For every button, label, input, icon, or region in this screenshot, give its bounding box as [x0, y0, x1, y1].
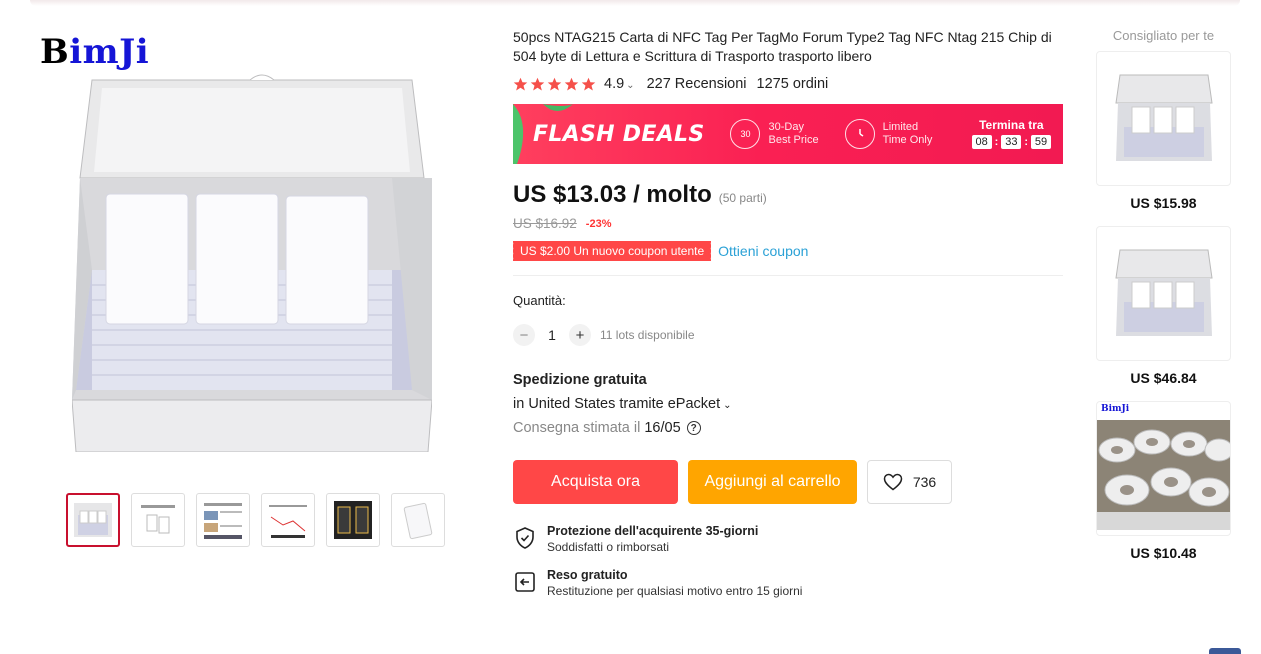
original-price-row: US $16.92 -23% — [513, 216, 1065, 231]
best-price-icon: 30 — [730, 119, 761, 149]
countdown-hours: 08 — [971, 135, 992, 149]
clock-icon — [844, 119, 875, 149]
thumbnail-5[interactable] — [326, 493, 380, 547]
add-to-cart-button[interactable]: Aggiungi al carrello — [688, 460, 857, 504]
coupon-row: US $2.00 Un nuovo coupon utente Ottieni … — [510, 241, 1065, 261]
product-info: 50pcs NTAG215 Carta di NFC Tag Per TagMo… — [510, 28, 1065, 598]
chevron-down-icon: ⌄ — [626, 80, 635, 91]
lot-size: (50 parti) — [718, 191, 767, 205]
heart-icon — [883, 473, 903, 491]
buyer-protection-title: Protezione dell'acquirente 35-giorni — [547, 524, 759, 538]
thumbnail-2[interactable] — [131, 493, 185, 547]
countdown-minutes: 33 — [1001, 135, 1022, 149]
shipping-method-select[interactable]: in United States tramite ePacket ⌄ — [513, 396, 1065, 412]
rating-row: 4.9 ⌄ 227 Recensioni 1275 ordini — [513, 76, 1065, 92]
thumbnail-strip — [66, 493, 445, 547]
free-return-title: Reso gratuito — [547, 568, 628, 582]
star-icon — [513, 77, 528, 90]
wishlist-button[interactable]: 736 — [867, 460, 952, 504]
quantity-label: Quantità: — [513, 293, 566, 308]
discount-badge: -23% — [585, 217, 612, 230]
thumbnail-4[interactable] — [261, 493, 315, 547]
free-return-subtitle: Restituzione per qualsiasi motivo entro … — [547, 584, 803, 598]
quantity-input[interactable]: 1 — [535, 327, 569, 343]
best-price-badge: 30 30-Day Best Price — [730, 119, 819, 149]
rating-value[interactable]: 4.9 ⌄ — [604, 76, 635, 92]
shield-check-icon — [516, 527, 534, 549]
recommended-item-price[interactable]: US $10.48 — [1096, 545, 1231, 561]
recommendations-title: Consigliato per te — [1112, 28, 1215, 43]
reviews-link[interactable]: 227 Recensioni — [647, 76, 747, 92]
divider — [513, 275, 1063, 276]
buy-now-button[interactable]: Acquista ora — [513, 460, 678, 504]
recommended-item-3[interactable]: BimJi — [1096, 401, 1231, 536]
recommendations-panel: Consigliato per te US $15.98 US $46.84 B… — [1096, 28, 1231, 576]
return-icon — [515, 572, 535, 592]
free-return: Reso gratuito Restituzione per qualsiasi… — [513, 568, 1065, 598]
current-price: US $13.03 / molto — [513, 181, 712, 208]
stock-available: 11 lots disponibile — [600, 328, 695, 342]
thumbnail-1[interactable] — [66, 493, 120, 547]
header-shadow — [30, 0, 1240, 6]
chevron-down-icon: ⌄ — [723, 400, 732, 411]
brand-logo: BimJi — [40, 32, 150, 72]
recommended-item-price[interactable]: US $15.98 — [1096, 195, 1231, 211]
recommended-item-2[interactable] — [1096, 226, 1231, 361]
delivery-estimate: Consegna stimata il 16/05 ? — [513, 420, 1065, 436]
main-product-image[interactable] — [72, 60, 432, 452]
new-user-coupon[interactable]: US $2.00 Un nuovo coupon utente — [510, 241, 712, 261]
original-price: US $16.92 — [513, 216, 577, 231]
help-icon[interactable]: ? — [686, 421, 701, 435]
flash-deals-title: FLASH DEALS — [533, 121, 705, 147]
buyer-protection: Protezione dell'acquirente 35-giorni Sod… — [513, 524, 1065, 554]
quantity-stepper: − 1 + 11 lots disponibile — [513, 324, 1065, 346]
countdown-seconds: 59 — [1031, 135, 1051, 149]
thumbnail-6[interactable] — [391, 493, 445, 547]
price-row: US $13.03 / molto (50 parti) — [513, 181, 1065, 209]
star-icon — [530, 77, 545, 90]
flash-deals-banner: FLASH DEALS 30 30-Day Best Price Limited T… — [513, 104, 1063, 164]
countdown-timer: Termina tra 08: 33: 59 — [971, 118, 1051, 149]
leaf-decoration — [543, 104, 573, 111]
product-gallery: BimJi — [36, 28, 460, 558]
star-icon — [547, 77, 562, 90]
limited-time-badge: Limited Time Only — [844, 119, 932, 149]
wishlist-count: 736 — [912, 474, 937, 490]
purchase-actions: Acquista ora Aggiungi al carrello 736 — [513, 460, 1065, 504]
buyer-protection-subtitle: Soddisfatti o rimborsati — [547, 540, 670, 554]
brand-logo: BimJi — [1101, 404, 1130, 414]
leaf-decoration — [513, 104, 524, 164]
star-rating[interactable] — [513, 77, 596, 92]
star-icon — [581, 77, 596, 90]
quantity-increase-button[interactable]: + — [569, 324, 591, 346]
facebook-share-icon[interactable] — [1209, 648, 1241, 654]
star-icon — [564, 77, 579, 90]
recommended-item-1[interactable] — [1096, 51, 1231, 186]
quantity-decrease-button[interactable]: − — [513, 324, 535, 346]
thumbnail-3[interactable] — [196, 493, 250, 547]
recommended-item-price[interactable]: US $46.84 — [1096, 370, 1231, 386]
shipping-title: Spedizione gratuita — [513, 372, 647, 388]
get-coupon-link[interactable]: Ottieni coupon — [718, 243, 808, 259]
orders-count: 1275 ordini — [756, 76, 829, 92]
delivery-date: 16/05 — [644, 420, 681, 436]
product-title: 50pcs NTAG215 Carta di NFC Tag Per TagMo… — [513, 29, 1052, 64]
